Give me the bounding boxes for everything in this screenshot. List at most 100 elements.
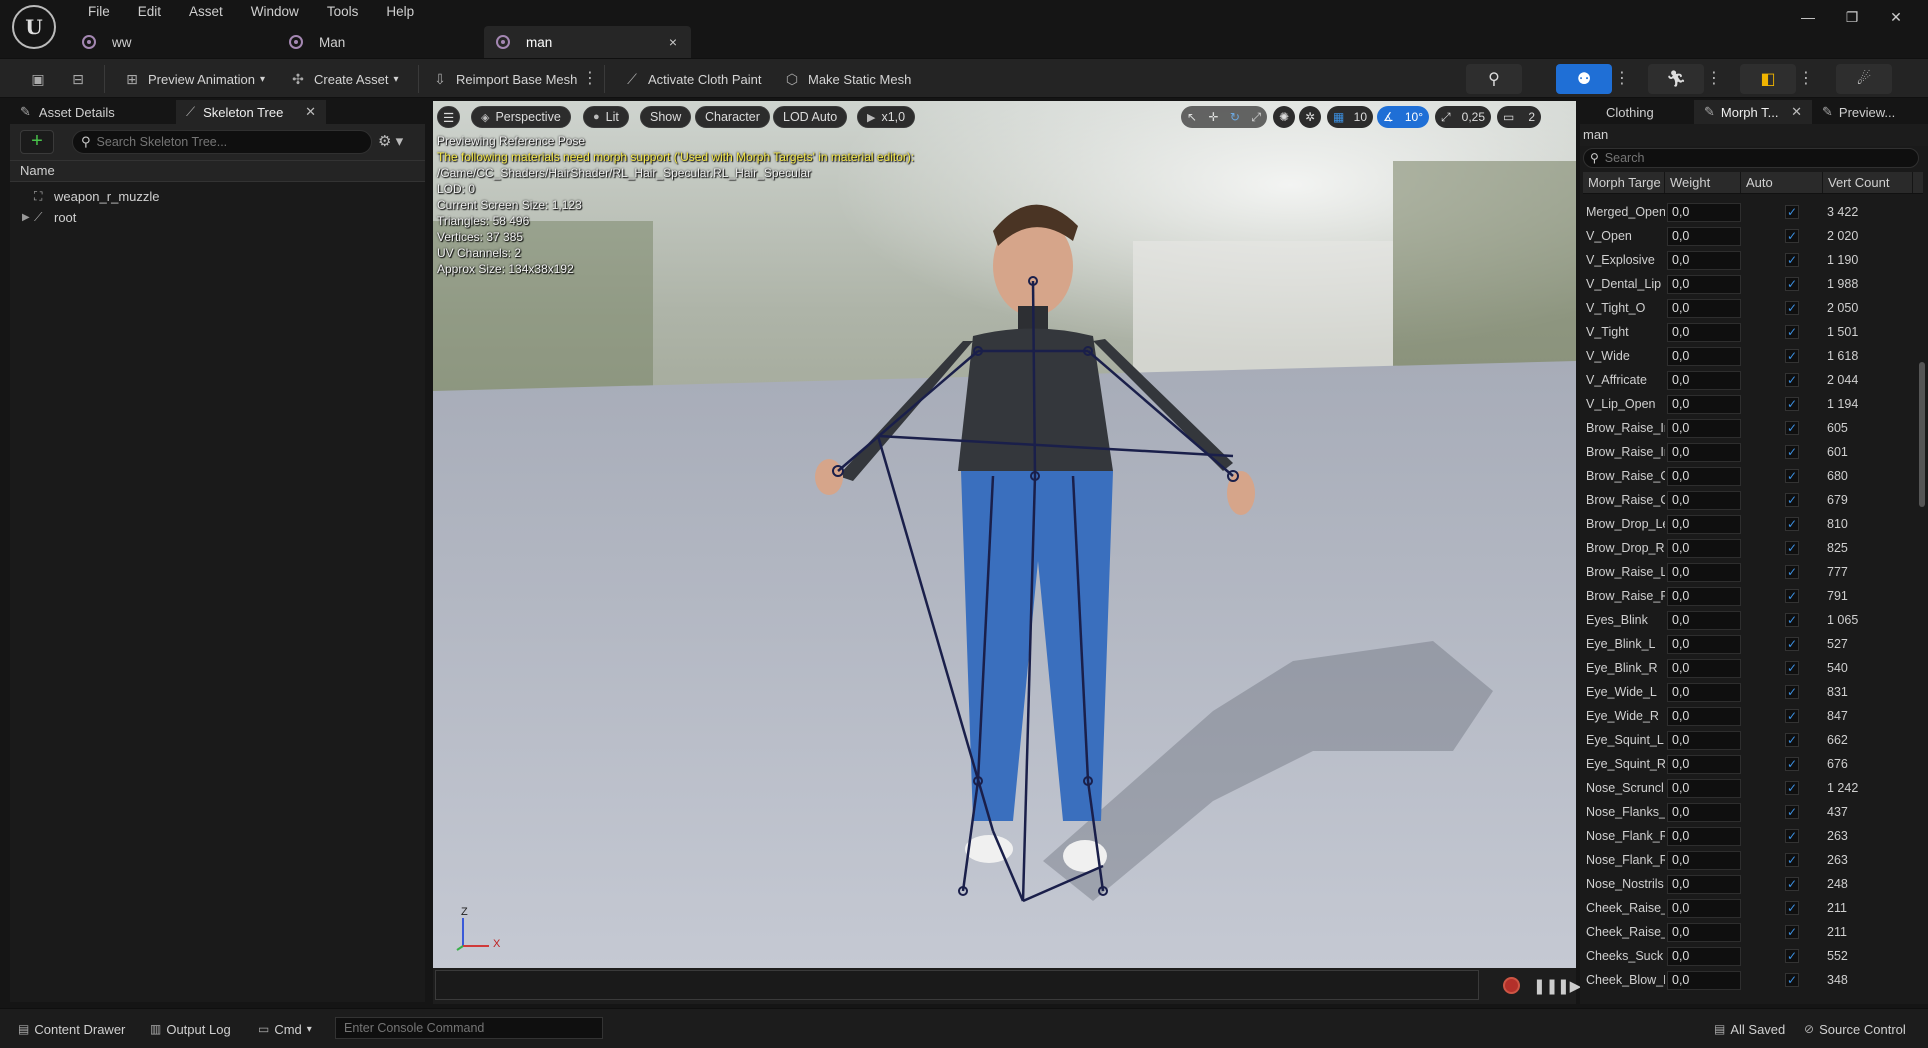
minimize-button[interactable]: — [1786, 4, 1830, 30]
weight-input[interactable] [1667, 250, 1741, 270]
column-header-morph-target[interactable]: Morph Targe [1583, 172, 1665, 193]
table-row[interactable]: Eyes_Blink ✓ 1 065 [1583, 608, 1923, 632]
auto-checkbox[interactable]: ✓ [1785, 925, 1799, 939]
close-icon[interactable]: × [669, 34, 677, 50]
table-row[interactable]: Cheek_Raise_ ✓ 211 [1583, 896, 1923, 920]
weight-input[interactable] [1667, 658, 1741, 678]
close-icon[interactable]: ✕ [305, 104, 316, 120]
menu-help[interactable]: Help [372, 2, 428, 22]
tab-morph-targets[interactable]: ✎ Morph T... ✕ [1694, 100, 1812, 124]
expand-arrow-icon[interactable]: ▶ [22, 212, 34, 223]
auto-checkbox[interactable]: ✓ [1785, 373, 1799, 387]
all-saved-button[interactable]: ▤ All Saved [1714, 1017, 1785, 1041]
browse-button[interactable]: ⊟ [62, 65, 100, 93]
playback-speed-button[interactable]: ▶ x1,0 [857, 106, 916, 128]
weight-input[interactable] [1667, 898, 1741, 918]
table-row[interactable]: Nose_Flanks_ ✓ 437 [1583, 800, 1923, 824]
reimport-base-mesh-button[interactable]: ⇩ Reimport Base Mesh [424, 65, 583, 93]
table-row[interactable]: Cheek_Blow_L ✓ 348 [1583, 968, 1923, 992]
animation-mode-button[interactable]: 🏃︎ [1648, 64, 1704, 94]
blueprint-mode-button[interactable]: ◧ [1740, 64, 1796, 94]
weight-input[interactable] [1667, 706, 1741, 726]
table-row[interactable]: V_Open ✓ 2 020 [1583, 224, 1923, 248]
source-control-button[interactable]: ⊘ Source Control [1804, 1017, 1906, 1041]
mesh-mode-button[interactable]: ⚉ [1556, 64, 1612, 94]
tab-asset-details[interactable]: ✎ Asset Details [10, 100, 176, 124]
weight-input[interactable] [1667, 802, 1741, 822]
table-row[interactable]: Brow_Raise_Ir ✓ 601 [1583, 440, 1923, 464]
move-icon[interactable]: ✛ [1208, 110, 1218, 124]
weight-input[interactable] [1667, 586, 1741, 606]
unreal-logo[interactable]: U [12, 5, 56, 49]
column-header-name[interactable]: Name [10, 160, 425, 182]
column-header-vert-count[interactable]: Vert Count [1823, 172, 1913, 193]
weight-input[interactable] [1667, 730, 1741, 750]
menu-file[interactable]: File [74, 2, 124, 22]
table-row[interactable]: Brow_Raise_C ✓ 680 [1583, 464, 1923, 488]
weight-input[interactable] [1667, 346, 1741, 366]
perspective-button[interactable]: ◈ Perspective [471, 106, 571, 128]
table-row[interactable]: V_Tight ✓ 1 501 [1583, 320, 1923, 344]
table-row[interactable]: Eye_Squint_L ✓ 662 [1583, 728, 1923, 752]
table-row[interactable]: V_Lip_Open ✓ 1 194 [1583, 392, 1923, 416]
content-drawer-button[interactable]: ▤ Content Drawer [18, 1017, 125, 1041]
table-row[interactable]: Eye_Wide_L ✓ 831 [1583, 680, 1923, 704]
surface-snap-toggle[interactable]: ✲ [1299, 106, 1322, 128]
tab-clothing[interactable]: Clothing [1580, 100, 1694, 124]
weight-input[interactable] [1667, 970, 1741, 990]
select-icon[interactable]: ↖ [1187, 110, 1197, 124]
weight-input[interactable] [1667, 850, 1741, 870]
animation-mode-options-icon[interactable]: ⋮ [1704, 64, 1724, 94]
add-socket-button[interactable]: + [20, 130, 54, 154]
weight-input[interactable] [1667, 226, 1741, 246]
auto-checkbox[interactable]: ✓ [1785, 253, 1799, 267]
auto-checkbox[interactable]: ✓ [1785, 301, 1799, 315]
column-header-auto[interactable]: Auto [1741, 172, 1823, 193]
weight-input[interactable] [1667, 682, 1741, 702]
auto-checkbox[interactable]: ✓ [1785, 277, 1799, 291]
auto-checkbox[interactable]: ✓ [1785, 901, 1799, 915]
table-row[interactable]: Brow_Raise_F ✓ 791 [1583, 584, 1923, 608]
preview-animation-dropdown[interactable]: ⊞ Preview Animation ▾ [116, 65, 271, 93]
viewport-options-button[interactable]: ☰ [437, 106, 461, 128]
camera-speed[interactable]: ▭ 2 [1497, 106, 1541, 128]
auto-checkbox[interactable]: ✓ [1785, 637, 1799, 651]
table-row[interactable]: Merged_Open ✓ 3 422 [1583, 200, 1923, 224]
blueprint-mode-options-icon[interactable]: ⋮ [1796, 64, 1816, 94]
skeleton-mode-button[interactable]: ⚲ [1466, 64, 1522, 94]
auto-checkbox[interactable]: ✓ [1785, 829, 1799, 843]
close-icon[interactable]: ✕ [1791, 104, 1802, 120]
weight-input[interactable] [1667, 202, 1741, 222]
auto-checkbox[interactable]: ✓ [1785, 949, 1799, 963]
timeline-bar[interactable] [435, 970, 1479, 1000]
tab-skeleton-tree[interactable]: ⟋ Skeleton Tree ✕ [176, 100, 326, 124]
weight-input[interactable] [1667, 322, 1741, 342]
auto-checkbox[interactable]: ✓ [1785, 469, 1799, 483]
weight-input[interactable] [1667, 922, 1741, 942]
tree-item-weapon-r-muzzle[interactable]: ⛶ weapon_r_muzzle [10, 186, 425, 207]
table-row[interactable]: Eye_Squint_R ✓ 676 [1583, 752, 1923, 776]
auto-checkbox[interactable]: ✓ [1785, 781, 1799, 795]
rotate-icon[interactable]: ↻ [1230, 110, 1240, 124]
weight-input[interactable] [1667, 274, 1741, 294]
save-button[interactable]: ▣ [22, 65, 60, 93]
viewport[interactable]: ☰ ◈ Perspective ● Lit Show Character LOD A… [433, 101, 1576, 968]
physics-mode-button[interactable]: ☄ [1836, 64, 1892, 94]
menu-edit[interactable]: Edit [124, 2, 175, 22]
cmd-dropdown[interactable]: ▭ Cmd ▾ [258, 1017, 312, 1041]
activate-cloth-paint-button[interactable]: ⟋ Activate Cloth Paint [616, 65, 767, 93]
character-button[interactable]: Character [695, 106, 770, 128]
auto-checkbox[interactable]: ✓ [1785, 805, 1799, 819]
weight-input[interactable] [1667, 298, 1741, 318]
auto-checkbox[interactable]: ✓ [1785, 877, 1799, 891]
auto-checkbox[interactable]: ✓ [1785, 589, 1799, 603]
table-row[interactable]: Nose_Nostrils ✓ 248 [1583, 872, 1923, 896]
weight-input[interactable] [1667, 610, 1741, 630]
table-row[interactable]: Eye_Wide_R ✓ 847 [1583, 704, 1923, 728]
weight-input[interactable] [1667, 418, 1741, 438]
table-row[interactable]: Brow_Drop_Ri ✓ 825 [1583, 536, 1923, 560]
weight-input[interactable] [1667, 754, 1741, 774]
weight-input[interactable] [1667, 490, 1741, 510]
table-row[interactable]: Nose_Flank_R ✓ 263 [1583, 824, 1923, 848]
pause-icon[interactable]: ❚❚ [1533, 977, 1558, 995]
